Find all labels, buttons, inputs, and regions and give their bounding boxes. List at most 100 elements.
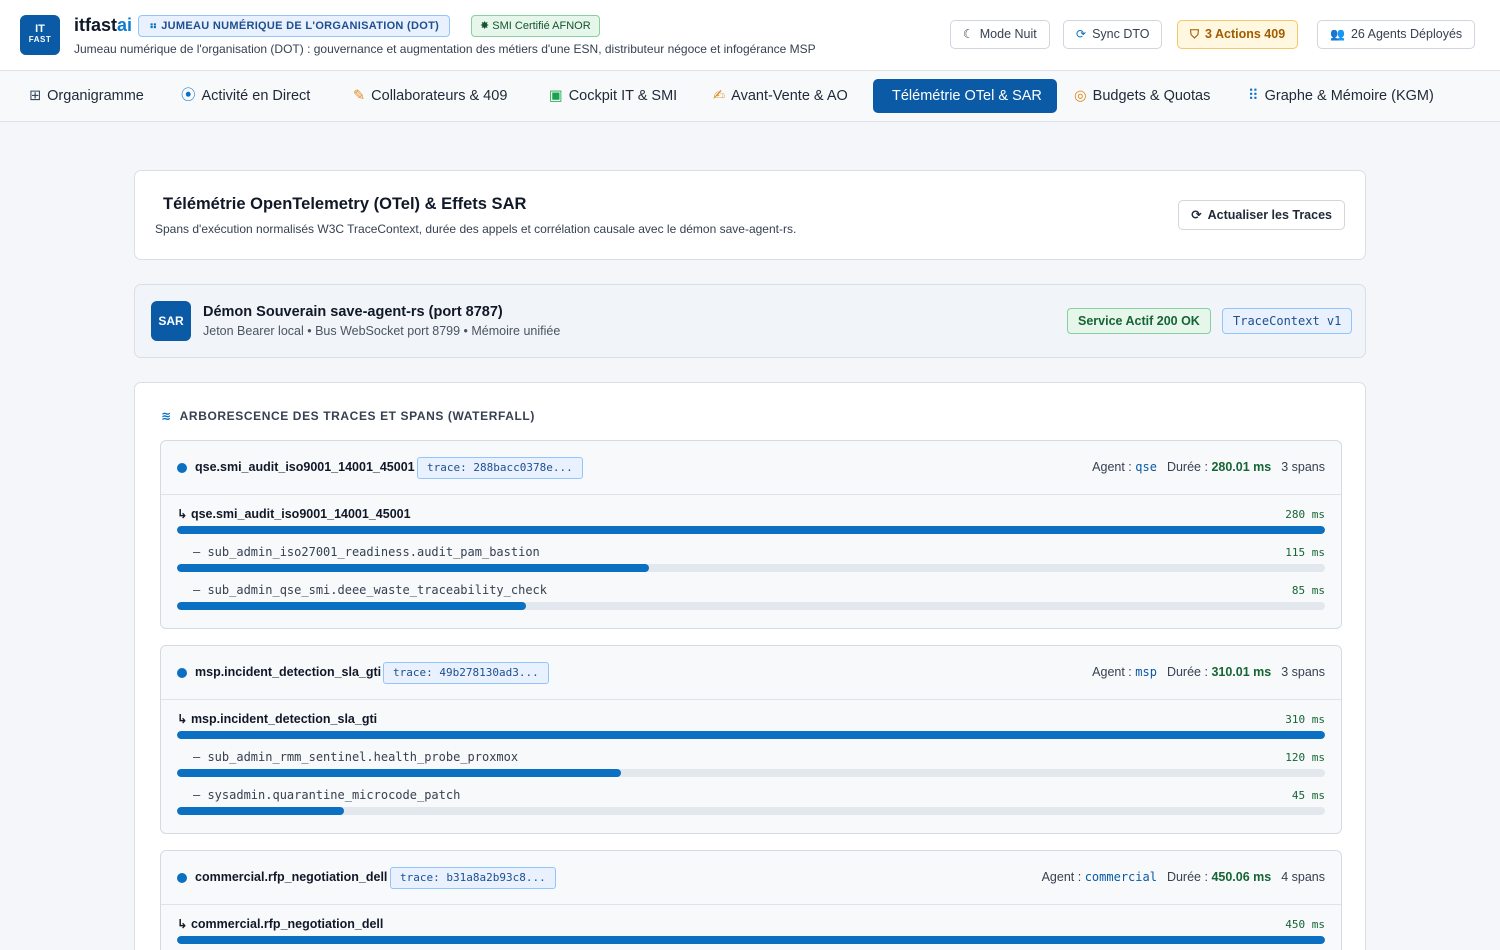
tab-organigramme[interactable]: ⊞ Organigramme [19, 79, 154, 113]
trace-dot-icon [177, 463, 187, 473]
page-description: Spans d'exécution normalisés W3C TraceCo… [155, 222, 797, 236]
span-label: ↳ commercial.rfp_negotiation_dell [177, 917, 384, 931]
agents-deployed-button[interactable]: 👥 26 Agents Déployés [1317, 20, 1476, 49]
graph-icon: ⠿ [1248, 88, 1259, 104]
app-header: IT FAST itfastai ⠶ JUMEAU NUMÉRIQUE DE L… [0, 0, 1500, 71]
agents-deployed-label: 26 Agents Déployés [1350, 27, 1463, 41]
sar-daemon-card: SAR Démon Souverain save-agent-rs (port … [134, 284, 1366, 358]
trace-name: commercial.rfp_negotiation_dell [195, 870, 388, 884]
span-bar[interactable] [177, 526, 1325, 534]
tab-label: Graphe & Mémoire (KGM) [1264, 88, 1434, 104]
trace-id-badge[interactable]: trace: 288bacc0378e... [417, 457, 583, 479]
span-bar-fill [177, 731, 1325, 739]
moon-icon: ☾ [963, 27, 974, 41]
span-label: – sub_admin_rmm_sentinel.health_probe_pr… [193, 750, 519, 764]
span-duration: 45 ms [1291, 789, 1325, 802]
sar-subtitle: Jeton Bearer local • Bus WebSocket port … [203, 324, 561, 338]
tab-avant-vente[interactable]: ✍ Avant-Vente & AO [703, 79, 858, 113]
trace-id-badge[interactable]: trace: 49b278130ad3... [383, 662, 549, 684]
file-signature-icon: ✍ [713, 88, 726, 104]
tab-cockpit-it[interactable]: ▣ Cockpit IT & SMI [539, 79, 687, 113]
tab-label: Cockpit IT & SMI [568, 88, 678, 104]
span-bar-fill [177, 807, 344, 815]
telemetry-title-card: Télémétrie OpenTelemetry (OTel) & Effets… [134, 170, 1366, 260]
network-icon: ⠶ [149, 20, 158, 32]
duration-label: Durée : [1166, 665, 1208, 679]
span-bar[interactable] [177, 564, 1325, 572]
tab-activite-direct[interactable]: ⦿ Activité en Direct [171, 79, 320, 113]
sync-dto-label: Sync DTO [1092, 27, 1150, 41]
page-title: Télémétrie OpenTelemetry (OTel) & Effets… [163, 195, 527, 213]
waterfall-heading-label: ARBORESCENCE DES TRACES ET SPANS (WATERF… [179, 409, 535, 423]
trace-spans-count: 3 spans [1281, 460, 1325, 474]
logo-bottom-text: FAST [28, 35, 52, 44]
brand-suffix: ai [117, 15, 133, 35]
agent-label: Agent : [1092, 665, 1132, 679]
span-duration: 115 ms [1285, 546, 1325, 559]
trace-id-badge[interactable]: trace: b31a8a2b93c8... [390, 867, 556, 889]
layers-icon: ≋ [161, 409, 172, 423]
brand-name: itfastai [74, 14, 132, 36]
tab-label: Organigramme [47, 88, 144, 104]
span-duration: 120 ms [1285, 751, 1325, 764]
certificate-icon: ✸ [480, 20, 490, 32]
span-label: ↳ qse.smi_audit_iso9001_14001_45001 [177, 507, 411, 521]
tab-telemetrie[interactable]: Télémétrie OTel & SAR [873, 79, 1057, 113]
trace-header: msp.incident_detection_sla_gti trace: 49… [161, 646, 1341, 700]
span-bar-fill [177, 936, 1325, 944]
tab-collaborateurs[interactable]: ✎ Collaborateurs & 409 [343, 79, 517, 113]
trace-dot-icon [177, 873, 187, 883]
trace-spans-count: 4 spans [1281, 870, 1325, 884]
span-label: ↳ msp.incident_detection_sla_gti [177, 712, 378, 726]
user-edit-icon: ✎ [353, 88, 366, 104]
trace-name: qse.smi_audit_iso9001_14001_45001 [195, 460, 415, 474]
span-label: – sub_admin_qse_smi.deee_waste_traceabil… [193, 583, 548, 597]
refresh-traces-button[interactable]: ⟳ Actualiser les Traces [1178, 200, 1345, 230]
sar-logo: SAR [151, 301, 191, 341]
sync-dto-button[interactable]: ⟳ Sync DTO [1063, 20, 1163, 49]
users-icon: 👥 [1330, 27, 1345, 41]
main-tabs: ⊞ Organigramme ⦿ Activité en Direct ✎ Colla… [0, 71, 1500, 122]
trace-duration: 310.01 ms [1211, 665, 1272, 679]
waterfall-heading: ≋ ARBORESCENCE DES TRACES ET SPANS (WATER… [161, 409, 535, 423]
span-bar-fill [177, 526, 1325, 534]
trace-duration: 280.01 ms [1211, 460, 1272, 474]
logo-top-text: IT [35, 23, 45, 35]
service-status-badge: Service Actif 200 OK [1067, 308, 1211, 334]
agent-label: Agent : [1092, 460, 1132, 474]
span-bar-fill [177, 564, 649, 572]
trace-agent[interactable]: qse [1135, 460, 1157, 474]
duration-label: Durée : [1166, 460, 1208, 474]
actions-409-button[interactable]: ⛉ 3 Actions 409 [1177, 20, 1299, 49]
header-subtitle: Jumeau numérique de l'organisation (DOT)… [74, 42, 816, 56]
span-bar-fill [177, 769, 622, 777]
span-duration: 85 ms [1291, 584, 1325, 597]
trace-header: commercial.rfp_negotiation_dell trace: b… [161, 851, 1341, 905]
night-mode-label: Mode Nuit [979, 27, 1037, 41]
tab-budgets[interactable]: ◎ Budgets & Quotas [1064, 79, 1220, 113]
span-bar[interactable] [177, 731, 1325, 739]
shield-icon: ⛉ [1190, 27, 1200, 41]
sitemap-icon: ⊞ [29, 88, 42, 104]
trace-block[interactable]: commercial.rfp_negotiation_dell trace: b… [160, 850, 1342, 950]
span-duration: 450 ms [1285, 918, 1325, 931]
trace-agent[interactable]: commercial [1085, 870, 1157, 884]
span-duration: 280 ms [1285, 508, 1325, 521]
itfast-logo[interactable]: IT FAST [20, 15, 60, 55]
tab-graphe-memoire[interactable]: ⠿ Graphe & Mémoire (KGM) [1238, 79, 1444, 113]
span-bar[interactable] [177, 602, 1325, 610]
sar-title: Démon Souverain save-agent-rs (port 8787… [203, 304, 503, 320]
span-bar[interactable] [177, 769, 1325, 777]
trace-agent[interactable]: msp [1135, 665, 1157, 679]
agent-label: Agent : [1041, 870, 1082, 884]
trace-block[interactable]: msp.incident_detection_sla_gti trace: 49… [160, 645, 1342, 834]
smi-badge: ✸ SMI Certifié AFNOR [471, 15, 600, 37]
actions-409-label: 3 Actions 409 [1205, 27, 1286, 41]
trace-block[interactable]: qse.smi_audit_iso9001_14001_45001 trace:… [160, 440, 1342, 629]
span-bar[interactable] [177, 936, 1325, 944]
tab-label: Collaborateurs & 409 [371, 88, 508, 104]
tab-label: Télémétrie OTel & SAR [892, 88, 1042, 104]
dot-badge: ⠶ JUMEAU NUMÉRIQUE DE L'ORGANISATION (DO… [138, 15, 451, 37]
night-mode-button[interactable]: ☾ Mode Nuit [950, 20, 1050, 49]
span-bar[interactable] [177, 807, 1325, 815]
